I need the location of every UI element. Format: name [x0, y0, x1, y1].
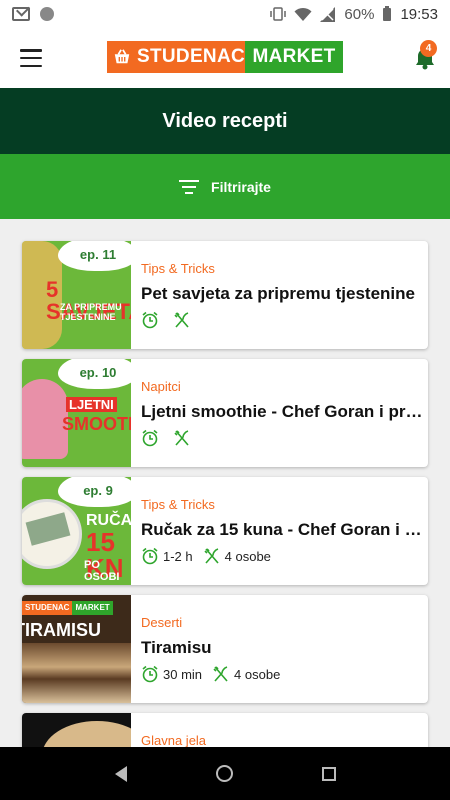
filter-button[interactable]: Filtrirajte — [0, 154, 450, 219]
recipe-meta — [141, 310, 428, 330]
notification-badge: 4 — [420, 40, 437, 57]
recipe-category: Tips & Tricks — [141, 497, 215, 512]
studenac-logo[interactable]: STUDENAC MARKET — [107, 41, 343, 73]
battery-icon — [383, 6, 392, 21]
circle-icon — [40, 7, 54, 21]
filter-label: Filtrirajte — [211, 178, 271, 195]
recipe-info: Deserti Tiramisu 30 min 4 osobe — [131, 595, 428, 703]
recipe-thumbnail: ep. 9 RUČAK 15 KN PO OSOBI — [22, 477, 131, 585]
recipe-meta: 1-2 h 4 osobe — [141, 546, 428, 566]
status-bar: 60% 19:53 — [0, 0, 450, 28]
episode-label: ep. 10 — [58, 359, 131, 389]
logo-text-left: STUDENAC — [137, 46, 245, 67]
thumbnail-subheading: SMOOTHIE — [62, 414, 131, 434]
recipe-card[interactable]: STUDENAC MARKET TIRAMISU Deserti Tiramis… — [22, 595, 428, 703]
cutlery-icon — [174, 312, 189, 328]
recipe-title: Pet savjeta za pripremu tjestenine — [141, 284, 415, 303]
alarm-clock-icon — [142, 547, 158, 565]
recipe-category: Napitci — [141, 379, 181, 394]
thumbnail-subheading: PO OSOBI — [84, 559, 120, 584]
logo-green-part: MARKET — [245, 41, 343, 73]
signal-icon — [320, 6, 336, 22]
thumbnail-heading: TIRAMISU — [22, 620, 101, 640]
wifi-icon — [294, 7, 312, 21]
app-bar: STUDENAC MARKET 4 — [0, 28, 450, 88]
recipe-card[interactable]: ep. 11 5 SAVJETA ZA PRIPREMUTJESTENINE T… — [22, 241, 428, 349]
recipe-time: 1-2 h — [163, 548, 193, 564]
recipe-list[interactable]: ep. 11 5 SAVJETA ZA PRIPREMUTJESTENINE T… — [0, 219, 450, 747]
recipe-info: Glavna jela — [131, 713, 428, 747]
system-nav-bar — [0, 747, 450, 800]
gmail-icon — [12, 7, 30, 21]
recipe-category: Glavna jela — [141, 733, 207, 747]
alarm-clock-icon — [142, 665, 158, 683]
thumbnail-logo-left: STUDENAC — [22, 601, 73, 615]
alarm-clock-icon — [142, 429, 158, 447]
clock: 19:53 — [400, 5, 438, 23]
recipe-title: Tiramisu — [141, 638, 212, 657]
vibrate-icon — [270, 7, 287, 21]
thumbnail-logo-right: MARKET — [72, 601, 113, 615]
alarm-clock-icon — [142, 311, 158, 329]
recipe-thumbnail — [22, 713, 131, 747]
recipe-title: Ljetni smoothie - Chef Goran i prijatelj… — [141, 402, 428, 421]
recipe-category: Tips & Tricks — [141, 261, 215, 276]
recipe-info: Napitci Ljetni smoothie - Chef Goran i p… — [131, 359, 428, 467]
episode-label: ep. 9 — [58, 477, 131, 507]
recipe-servings: 4 osobe — [224, 548, 271, 564]
recipe-card[interactable]: Glavna jela — [22, 713, 428, 747]
recipe-servings: 4 osobe — [234, 666, 281, 682]
recent-apps-icon[interactable] — [321, 766, 336, 781]
recipe-thumbnail: ep. 11 5 SAVJETA ZA PRIPREMUTJESTENINE — [22, 241, 131, 349]
cutlery-icon — [213, 666, 228, 682]
recipe-thumbnail: STUDENAC MARKET TIRAMISU — [22, 595, 131, 703]
recipe-info: Tips & Tricks Ručak za 15 kuna - Chef Go… — [131, 477, 428, 585]
filter-icon — [179, 179, 200, 194]
recipe-meta: 30 min 4 osobe — [141, 664, 428, 684]
menu-icon[interactable] — [20, 49, 42, 67]
thumbnail-heading: LJETNI — [66, 397, 117, 412]
recipe-card[interactable]: ep. 9 RUČAK 15 KN PO OSOBI Tips & Tricks… — [22, 477, 428, 585]
recipe-time: 30 min — [163, 666, 203, 682]
battery-percent: 60% — [344, 5, 375, 23]
cutlery-icon — [174, 430, 189, 446]
recipe-meta — [141, 428, 428, 448]
recipe-title: Ručak za 15 kuna - Chef Goran i prijatel… — [141, 520, 428, 539]
thumbnail-subheading: ZA PRIPREMU TJESTENINE — [60, 302, 122, 322]
page-title: Video recepti — [0, 88, 450, 154]
logo-orange-part: STUDENAC — [107, 41, 245, 73]
logo-text-right: MARKET — [252, 46, 336, 67]
cutlery-icon — [204, 548, 219, 564]
recipe-thumbnail: ep. 10 LJETNI SMOOTHIE — [22, 359, 131, 467]
recipe-info: Tips & Tricks Pet savjeta za pripremu tj… — [131, 241, 428, 349]
episode-label: ep. 11 — [58, 241, 131, 271]
back-icon[interactable] — [114, 765, 127, 782]
recipe-category: Deserti — [141, 615, 183, 630]
recipe-card[interactable]: ep. 10 LJETNI SMOOTHIE Napitci Ljetni sm… — [22, 359, 428, 467]
basket-icon — [114, 49, 130, 64]
home-icon[interactable] — [215, 765, 233, 782]
